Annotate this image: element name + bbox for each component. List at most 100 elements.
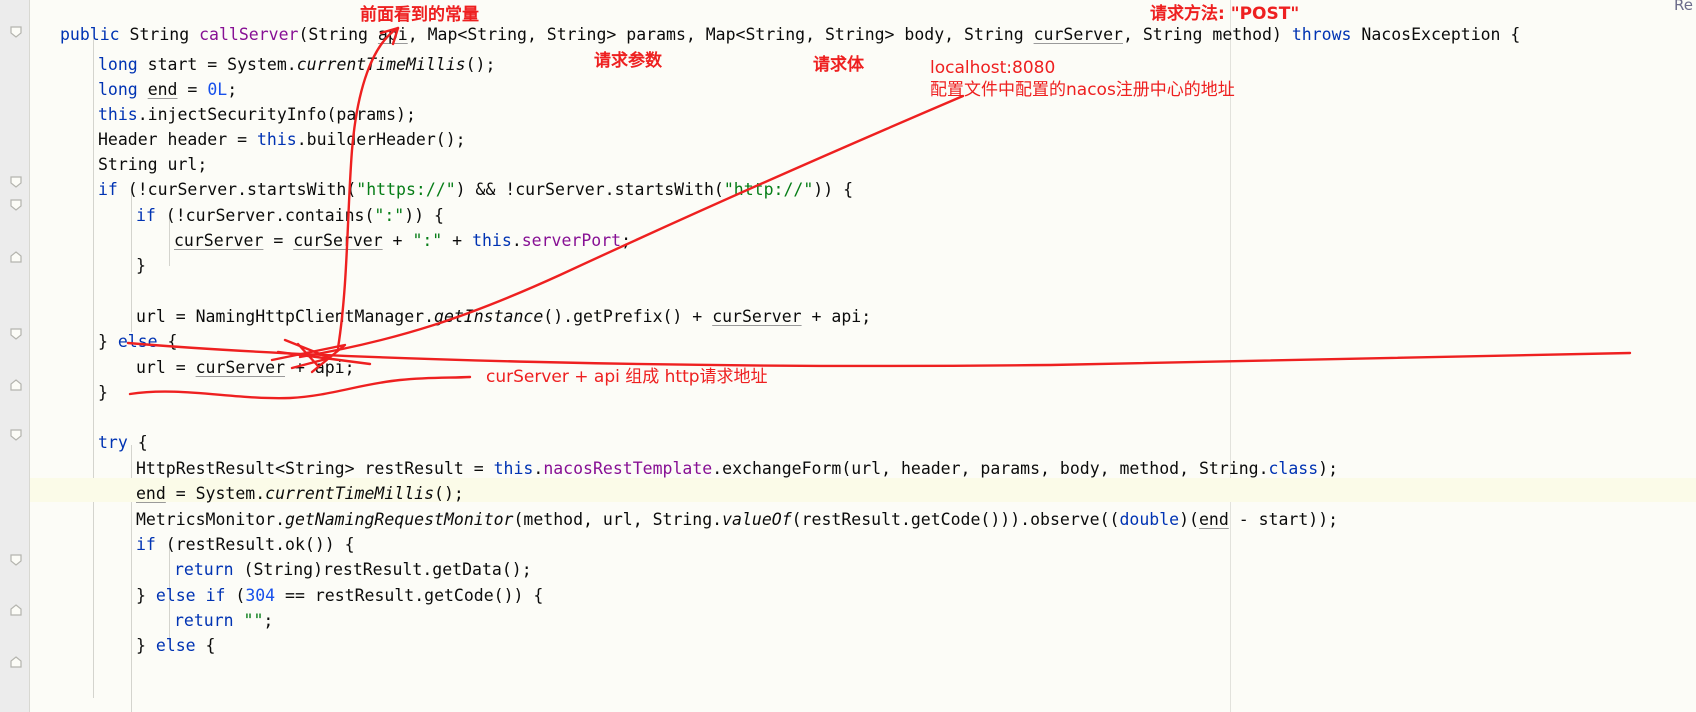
code-token: (restResult.getCode())).observe(( — [791, 510, 1120, 529]
source-code-area[interactable]: public String callServer(String api, Map… — [0, 0, 1696, 712]
code-token: ":" — [374, 206, 405, 225]
code-line[interactable]: curServer = curServer + ":" + this.serve… — [0, 228, 631, 253]
code-token: try — [98, 433, 128, 452]
code-line[interactable]: if (restResult.ok()) { — [0, 532, 355, 557]
code-token: 304 — [245, 586, 276, 605]
code-line[interactable]: public String callServer(String api, Map… — [0, 22, 1520, 47]
code-line[interactable]: MetricsMonitor.getNamingRequestMonitor(m… — [0, 507, 1338, 532]
code-line[interactable]: Header header = this.builderHeader(); — [0, 127, 466, 152]
code-token: else — [155, 636, 196, 655]
code-token: } — [136, 256, 146, 275]
code-editor-window: public String callServer(String api, Map… — [0, 0, 1696, 712]
code-line[interactable]: return ""; — [0, 608, 273, 633]
code-token: , Map<String, String> params, Map<String… — [407, 25, 1034, 44]
code-token: ; — [227, 80, 238, 99]
code-token: if — [136, 206, 156, 225]
code-token: this — [98, 105, 138, 124]
code-token: else — [155, 586, 196, 605]
code-token: MetricsMonitor. — [136, 510, 286, 529]
code-token: Header header = — [98, 130, 257, 149]
code-token: "https://" — [356, 180, 456, 199]
code-token: serverPort — [521, 231, 622, 250]
code-line[interactable]: this.injectSecurityInfo(params); — [0, 102, 416, 127]
code-token: (String)restResult.getData(); — [233, 560, 532, 579]
code-token: ); — [1318, 459, 1339, 478]
code-token: .injectSecurityInfo(params); — [137, 105, 416, 124]
code-token: + api; — [285, 358, 355, 377]
code-line[interactable]: return (String)restResult.getData(); — [0, 557, 532, 582]
code-line[interactable]: url = curServer + api; — [0, 355, 355, 380]
code-token: 0L — [207, 80, 228, 99]
code-line[interactable]: end = System.currentTimeMillis(); — [0, 481, 464, 506]
code-token: = — [177, 80, 208, 99]
code-token: curServer — [195, 358, 286, 377]
code-token: url = — [136, 358, 196, 377]
code-line[interactable]: } else if (304 == restResult.getCode()) … — [0, 583, 543, 608]
code-token: long — [98, 55, 138, 74]
code-token: api — [377, 25, 408, 44]
code-token: ":" — [412, 231, 443, 250]
code-token: , String method) — [1122, 25, 1292, 44]
code-line[interactable]: long end = 0L; — [0, 77, 237, 102]
code-token: )( — [1179, 510, 1199, 529]
code-token: )) { — [813, 180, 854, 199]
code-token: currentTimeMillis — [296, 55, 466, 74]
code-line[interactable]: } — [0, 253, 146, 278]
code-token: } — [136, 586, 156, 605]
code-token: url = NamingHttpClientManager. — [136, 307, 435, 326]
code-token: currentTimeMillis — [265, 484, 435, 503]
code-token: if — [136, 535, 156, 554]
code-token: - start)); — [1228, 510, 1339, 529]
code-token: = — [263, 231, 294, 250]
code-token: getNamingRequestMonitor — [285, 510, 514, 529]
code-token: callServer — [199, 25, 299, 44]
code-token: end — [1198, 510, 1229, 529]
code-line[interactable]: if (!curServer.startsWith("https://") &&… — [0, 177, 853, 202]
code-token: curServer — [174, 231, 264, 250]
code-token: this — [256, 130, 297, 149]
code-token: .exchangeForm(url, header, params, body,… — [712, 459, 1269, 478]
code-token: } — [98, 332, 118, 351]
code-token: . — [511, 231, 522, 250]
code-token: ; — [263, 611, 274, 630]
code-token: (!curServer.contains( — [155, 206, 375, 225]
code-token: (); — [465, 55, 496, 74]
code-line[interactable]: } — [0, 380, 108, 405]
code-token: end — [136, 484, 166, 503]
code-token: "" — [243, 611, 264, 630]
code-token: { — [157, 332, 178, 351]
code-token: curServer — [1033, 25, 1123, 44]
code-line[interactable]: String url; — [0, 152, 207, 177]
code-token: ().getPrefix() + — [543, 307, 713, 326]
code-token: double — [1119, 510, 1180, 529]
code-line[interactable]: long start = System.currentTimeMillis(); — [0, 52, 495, 77]
code-line[interactable]: } else { — [0, 329, 178, 354]
code-token: this — [472, 231, 512, 250]
code-token: if — [205, 586, 226, 605]
code-token: end — [147, 80, 178, 99]
code-token: if — [98, 180, 118, 199]
code-line[interactable]: HttpRestResult<String> restResult = this… — [0, 456, 1338, 481]
code-token: = System. — [165, 484, 266, 503]
code-token: NacosException { — [1351, 25, 1521, 44]
code-token: nacosRestTemplate — [543, 459, 713, 478]
code-line[interactable]: try { — [0, 430, 148, 455]
code-token: + — [382, 231, 413, 250]
code-token: .builderHeader(); — [296, 130, 466, 149]
code-token: + api; — [801, 307, 872, 326]
code-token: else — [117, 332, 158, 351]
code-token: + — [442, 231, 473, 250]
code-token: String url; — [98, 155, 208, 174]
code-line[interactable]: url = NamingHttpClientManager.getInstanc… — [0, 304, 871, 329]
code-token: "http://" — [723, 180, 814, 199]
code-line[interactable]: if (!curServer.contains(":")) { — [0, 203, 444, 228]
code-line[interactable]: } else { — [0, 633, 216, 658]
code-token: return — [174, 611, 234, 630]
code-token: } — [136, 636, 156, 655]
code-token: this — [493, 459, 534, 478]
code-token: String — [119, 25, 200, 44]
code-token: ) && !curServer.startsWith( — [455, 180, 724, 199]
code-token: start = System. — [137, 55, 297, 74]
code-token: { — [127, 433, 148, 452]
code-token: { — [195, 636, 216, 655]
